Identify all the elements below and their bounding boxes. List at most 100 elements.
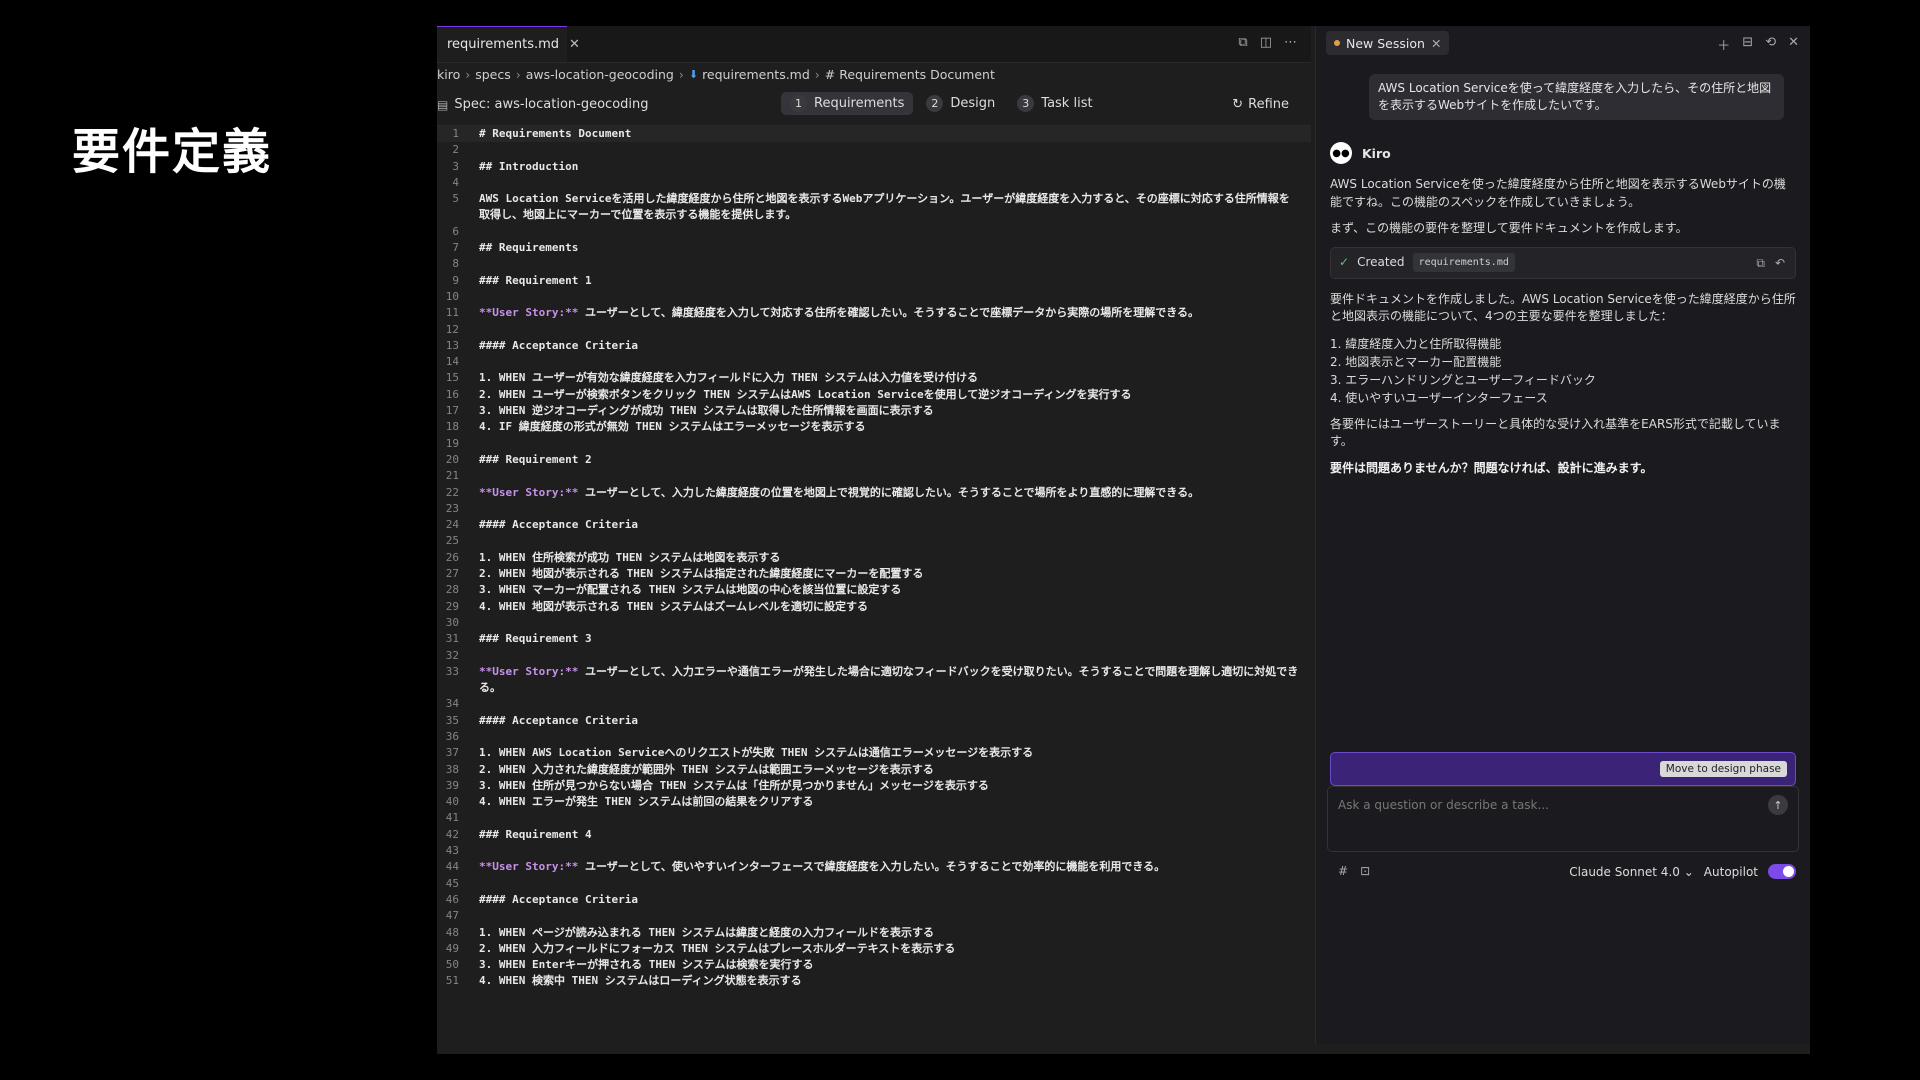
ide-window: requirements.md ✕ ⧉ ◫ ⋯ kiro › specs › a… — [437, 26, 1810, 1054]
code-line: 5 AWS Location Serviceを活用した緯度経度から住所と地図を表示… — [437, 191, 1311, 224]
chevron-right-icon: › — [515, 66, 521, 82]
breadcrumb-item[interactable]: kiro — [437, 67, 460, 82]
preview-icon[interactable]: ⧉ — [1238, 35, 1247, 50]
created-file-card[interactable]: ✓ Created requirements.md ⧉ ↶ — [1330, 246, 1796, 279]
chat-input-box: ↑ — [1327, 786, 1799, 852]
created-file-chip[interactable]: requirements.md — [1412, 252, 1515, 273]
step-label: Task list — [1041, 96, 1093, 111]
tab-requirements-md[interactable]: requirements.md ✕ — [437, 26, 580, 62]
code-line: 32 — [437, 648, 1311, 664]
close-icon[interactable]: ✕ — [1788, 35, 1799, 54]
code-text: **User Story:** ユーザーとして、入力した緯度経度の位置を地図上で… — [479, 485, 1200, 499]
breadcrumb-item[interactable]: specs — [475, 67, 511, 82]
line-number: 48 — [445, 925, 459, 939]
undo-icon[interactable]: ↶ — [1775, 255, 1785, 273]
line-number: 28 — [445, 583, 459, 597]
phase-bar: Move to design phase — [1330, 752, 1796, 786]
editor-tabbar: requirements.md ✕ ⧉ ◫ ⋯ — [437, 26, 1311, 63]
code-text: AWS Location Serviceを活用した緯度経度から住所と地図を表示す… — [479, 192, 1290, 222]
line-number: 23 — [445, 501, 459, 515]
code-line: 2 — [437, 142, 1311, 158]
code-line: 30 — [437, 615, 1311, 631]
line-number: 22 — [445, 485, 459, 499]
line-number: 20 — [445, 452, 459, 466]
add-icon[interactable]: ＋ — [1717, 35, 1730, 54]
line-number: 45 — [445, 876, 459, 890]
chat-input[interactable] — [1336, 797, 1740, 813]
line-number: 21 — [445, 469, 459, 483]
line-number: 25 — [445, 534, 459, 548]
code-text: 3. WHEN 住所が見つからない場合 THEN システムは「住所が見つかりませ… — [479, 778, 989, 792]
tab-label: requirements.md — [447, 37, 560, 52]
code-editor[interactable]: 1 # Requirements Document 2 3 ## Introductio… — [437, 126, 1311, 990]
code-line: 4 — [437, 175, 1311, 191]
line-number: 31 — [445, 632, 459, 646]
code-line: 51 4. WHEN 検索中 THEN システムはローディング状態を表示する — [437, 973, 1311, 989]
breadcrumb-item[interactable]: requirements.md — [702, 67, 810, 82]
line-number: 33 — [445, 664, 459, 678]
step-task-list[interactable]: 3 Task list — [1008, 92, 1101, 115]
requirements-summary-list: 1. 緯度経度入力と住所取得機能 2. 地図表示とマーカー配置機能 3. エラー… — [1330, 335, 1796, 407]
history-icon[interactable]: ⟲ — [1765, 35, 1776, 54]
spec-bar: ▤ Spec: aws-location-geocoding 1 Require… — [437, 85, 1311, 126]
code-text: ### Requirement 1 — [479, 273, 592, 287]
code-line: 31 ### Requirement 3 — [437, 631, 1311, 647]
code-text: #### Acceptance Criteria — [479, 892, 638, 906]
code-text: #### Acceptance Criteria — [479, 518, 638, 532]
code-text: 4. IF 緯度経度の形式が無効 THEN システムはエラーメッセージを表示する — [479, 420, 866, 434]
line-number: 15 — [445, 371, 459, 385]
sessions-icon[interactable]: ⊟ — [1742, 35, 1753, 54]
line-number: 2 — [452, 143, 459, 157]
step-design[interactable]: 2 Design — [917, 92, 1004, 115]
card-actions: ⧉ ↶ — [1756, 255, 1785, 273]
code-line: 1 # Requirements Document — [437, 126, 1311, 143]
line-number: 7 — [452, 241, 459, 255]
line-number: 12 — [445, 322, 459, 336]
context-hash-icon[interactable]: # — [1338, 864, 1348, 878]
more-icon[interactable]: ⋯ — [1284, 35, 1297, 50]
breadcrumb-item[interactable]: # Requirements Document — [825, 67, 995, 82]
close-icon[interactable]: ✕ — [1431, 36, 1441, 51]
line-number: 19 — [445, 436, 459, 450]
editor-pane: requirements.md ✕ ⧉ ◫ ⋯ kiro › specs › a… — [437, 26, 1311, 1054]
document-icon: ▤ — [437, 97, 449, 112]
step-number: 2 — [926, 95, 944, 112]
code-line: 40 4. WHEN エラーが発生 THEN システムは前回の結果をクリアする — [437, 794, 1311, 810]
kiro-ghost-icon: ●● — [1330, 142, 1352, 164]
message-paragraph: 要件ドキュメントを作成しました。AWS Location Serviceを使った… — [1330, 291, 1796, 324]
code-text: ## Requirements — [479, 241, 579, 255]
code-line: 21 — [437, 468, 1311, 484]
code-line: 18 4. IF 緯度経度の形式が無効 THEN システムはエラーメッセージを表示… — [437, 419, 1311, 435]
spec-steps: 1 Requirements 2 Design 3 Task list — [781, 92, 1102, 115]
step-label: Design — [950, 96, 996, 111]
image-attach-icon[interactable]: ⊡ — [1360, 864, 1370, 878]
model-selector[interactable]: Claude Sonnet 4.0 ⌄ — [1569, 865, 1694, 879]
autopilot-toggle[interactable] — [1768, 864, 1796, 879]
close-icon[interactable]: ✕ — [569, 37, 580, 52]
code-text: 2. WHEN 地図が表示される THEN システムは指定された緯度経度にマーカ… — [479, 567, 924, 581]
split-editor-icon[interactable]: ◫ — [1260, 35, 1272, 50]
session-tab[interactable]: New Session ✕ — [1326, 31, 1450, 55]
code-line: 28 3. WHEN マーカーが配置される THEN システムは地図の中心を該当位… — [437, 582, 1311, 598]
spec-label: ▤ Spec: aws-location-geocoding — [437, 97, 649, 112]
code-line: 13 #### Acceptance Criteria — [437, 338, 1311, 354]
step-requirements[interactable]: 1 Requirements — [781, 92, 914, 115]
refine-button[interactable]: ↻ Refine — [1232, 97, 1289, 112]
session-tab-label: New Session — [1346, 35, 1425, 51]
diff-icon[interactable]: ⧉ — [1756, 255, 1765, 273]
code-text: 2. WHEN 入力フィールドにフォーカス THEN システムはプレースホルダー… — [479, 941, 956, 955]
assistant-name: Kiro — [1362, 145, 1391, 161]
code-text: **User Story:** ユーザーとして、使いやすいインターフェースで緯度… — [479, 860, 1166, 874]
send-arrow-icon[interactable]: ↑ — [1768, 795, 1788, 815]
breadcrumb-item[interactable]: aws-location-geocoding — [526, 67, 674, 82]
move-to-design-button[interactable]: Move to design phase — [1659, 761, 1787, 777]
code-text: 1. WHEN AWS Location Serviceへのリクエストが失敗 T… — [479, 746, 1034, 760]
